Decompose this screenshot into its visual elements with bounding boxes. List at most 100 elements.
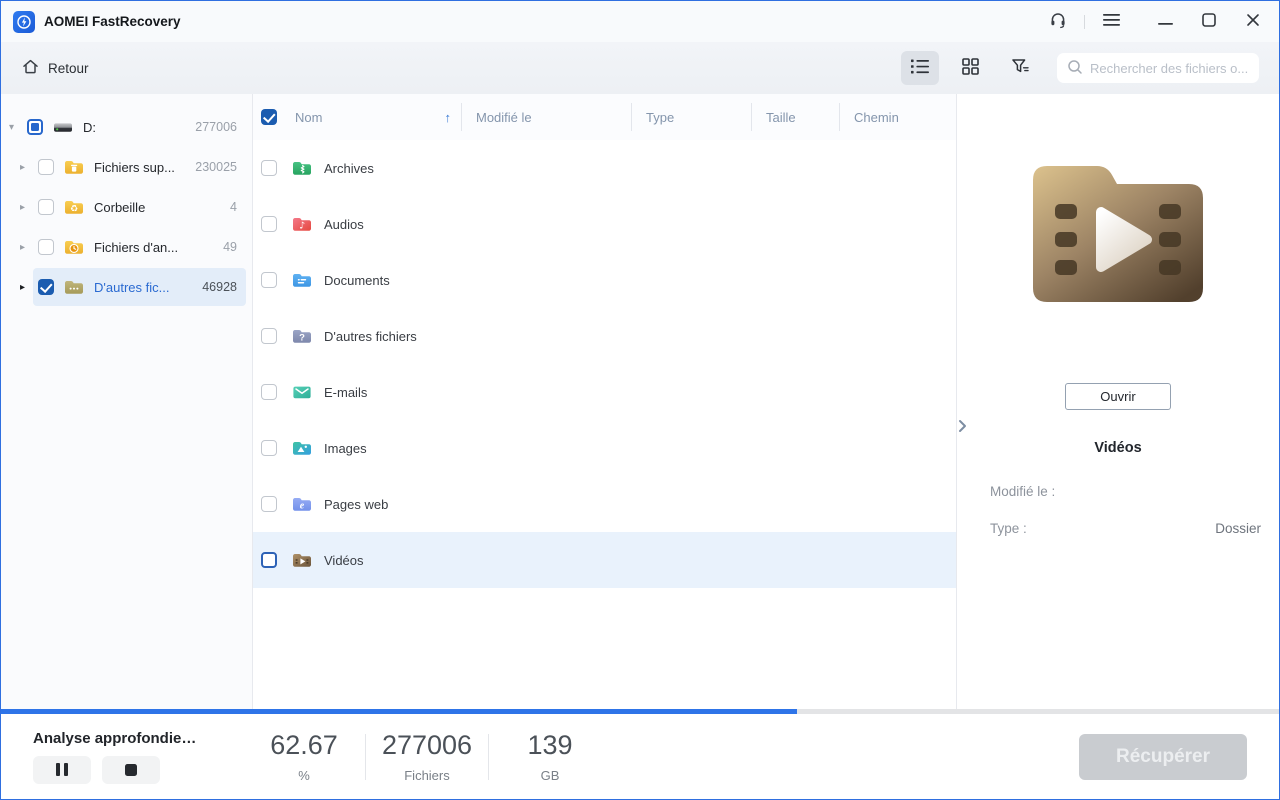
svg-text:♪: ♪	[299, 220, 305, 231]
open-button[interactable]: Ouvrir	[1065, 383, 1171, 410]
column-header-chemin[interactable]: Chemin	[839, 103, 956, 131]
recycle-bin-checkbox[interactable]	[38, 199, 54, 215]
stop-icon	[125, 763, 137, 776]
support-headset-button[interactable]	[1042, 7, 1074, 37]
file-row-audios[interactable]: ♪ Audios	[253, 196, 956, 252]
documents-folder-icon	[291, 269, 313, 291]
pause-scan-button[interactable]	[33, 755, 91, 784]
app-window: AOMEI FastRecovery Retour Rechercher des…	[0, 0, 1280, 800]
close-icon	[1246, 13, 1260, 30]
file-row-archives[interactable]: Archives	[253, 140, 956, 196]
row-checkbox[interactable]	[261, 440, 277, 456]
video-folder-preview-icon	[1023, 158, 1213, 313]
minimize-button[interactable]	[1149, 7, 1181, 37]
audios-folder-icon: ♪	[291, 213, 313, 235]
sidebar-item-other-files[interactable]: ▸ D'autres fic... 46928	[1, 267, 252, 307]
recycle-folder-icon: ♻	[63, 196, 85, 218]
file-row-other-files[interactable]: ? D'autres fichiers	[253, 308, 956, 364]
list-view-icon	[911, 59, 929, 77]
tree-item-label: D:	[83, 119, 96, 135]
tree-item-count: 4	[230, 200, 237, 214]
app-title: AOMEI FastRecovery	[44, 14, 181, 29]
tree-item-count: 49	[223, 240, 237, 254]
file-row-videos[interactable]: Vidéos	[253, 532, 956, 588]
row-checkbox[interactable]	[261, 552, 277, 568]
videos-folder-icon	[291, 549, 313, 571]
stat-percent: 62.67 %	[270, 730, 338, 783]
row-checkbox[interactable]	[261, 216, 277, 232]
modified-label: Modifié le :	[990, 484, 1056, 499]
grid-view-icon	[961, 58, 979, 78]
old-files-checkbox[interactable]	[38, 239, 54, 255]
sidebar-item-recycle-bin[interactable]: ▸ ♻ Corbeille 4	[1, 187, 252, 227]
column-header-taille[interactable]: Taille	[751, 103, 839, 131]
file-row-label: Vidéos	[324, 552, 364, 568]
file-row-images[interactable]: Images	[253, 420, 956, 476]
file-row-label: Images	[324, 440, 367, 456]
app-logo-icon	[13, 10, 35, 33]
list-view-button[interactable]	[901, 51, 939, 85]
panel-collapse-button[interactable]	[958, 416, 974, 438]
row-checkbox[interactable]	[261, 496, 277, 512]
filter-icon	[1011, 58, 1030, 78]
row-checkbox[interactable]	[261, 272, 277, 288]
svg-text:?: ?	[299, 333, 305, 344]
main-menu-button[interactable]	[1095, 7, 1127, 37]
sort-ascending-icon[interactable]: ↑	[445, 110, 452, 125]
collapse-expander-icon[interactable]: ▾	[9, 122, 22, 133]
file-row-documents[interactable]: Documents	[253, 252, 956, 308]
type-label: Type :	[990, 521, 1027, 536]
column-header-nom[interactable]: Nom ↑	[253, 94, 461, 140]
svg-text:e: e	[300, 501, 305, 512]
sidebar-item-old-files[interactable]: ▸ Fichiers d'an... 49	[1, 227, 252, 267]
expand-arrow-icon[interactable]: ▸	[20, 282, 33, 293]
back-label: Retour	[48, 60, 89, 76]
file-row-label: Audios	[324, 216, 364, 232]
recover-button[interactable]: Récupérer	[1079, 733, 1247, 780]
maximize-button[interactable]	[1193, 7, 1225, 37]
other-files-checkbox[interactable]	[38, 279, 54, 295]
emails-icon	[291, 381, 313, 403]
column-header-modifie[interactable]: Modifié le	[461, 103, 631, 131]
file-row-label: Archives	[324, 160, 374, 176]
stop-scan-button[interactable]	[102, 755, 160, 784]
expand-arrow-icon[interactable]: ▸	[20, 202, 33, 213]
list-header: Nom ↑ Modifié le Type Taille Chemin	[253, 94, 956, 140]
expand-arrow-icon[interactable]: ▸	[20, 162, 33, 173]
file-row-webpages[interactable]: e Pages web	[253, 476, 956, 532]
tree-item-label: D'autres fic...	[94, 279, 170, 295]
expand-arrow-icon[interactable]: ▸	[20, 242, 33, 253]
column-label: Nom	[295, 109, 323, 125]
row-checkbox[interactable]	[261, 160, 277, 176]
pause-icon	[56, 763, 68, 776]
back-home-button[interactable]: Retour	[21, 57, 89, 79]
select-all-checkbox[interactable]	[261, 109, 277, 125]
deleted-folder-icon	[63, 156, 85, 178]
title-bar: AOMEI FastRecovery	[1, 1, 1279, 42]
close-button[interactable]	[1237, 7, 1269, 37]
search-input[interactable]	[1090, 60, 1249, 76]
minimize-icon	[1157, 14, 1173, 29]
grid-view-button[interactable]	[951, 51, 989, 85]
file-row-emails[interactable]: E-mails	[253, 364, 956, 420]
drive-d-checkbox[interactable]	[27, 119, 43, 135]
status-bar: Analyse approfondie… 62.67 % 277006 Fich…	[1, 714, 1279, 799]
column-header-type[interactable]: Type	[631, 103, 751, 131]
webpages-folder-icon: e	[291, 493, 313, 515]
stat-files: 277006 Fichiers	[381, 730, 473, 783]
preview-panel: Ouvrir Vidéos Modifié le : Type : Dossie…	[956, 94, 1279, 709]
deleted-files-checkbox[interactable]	[38, 159, 54, 175]
scan-status-label: Analyse approfondie…	[33, 729, 197, 747]
sidebar-item-deleted-files[interactable]: ▸ Fichiers sup... 230025	[1, 147, 252, 187]
scan-stats: 62.67 % 277006 Fichiers 139 GB	[243, 730, 611, 783]
sidebar-item-drive-d[interactable]: ▾ D: 277006	[1, 107, 252, 147]
drive-tree-sidebar: ▾ D: 277006 ▸ Fichiers sup... 230025 ▸ ♻…	[1, 94, 253, 709]
row-checkbox[interactable]	[261, 328, 277, 344]
row-checkbox[interactable]	[261, 384, 277, 400]
menu-icon	[1102, 13, 1120, 30]
file-row-label: E-mails	[324, 384, 368, 400]
search-box	[1057, 53, 1259, 83]
filter-button[interactable]	[1001, 51, 1039, 85]
maximize-icon	[1202, 13, 1216, 30]
chevron-right-icon	[958, 419, 967, 436]
